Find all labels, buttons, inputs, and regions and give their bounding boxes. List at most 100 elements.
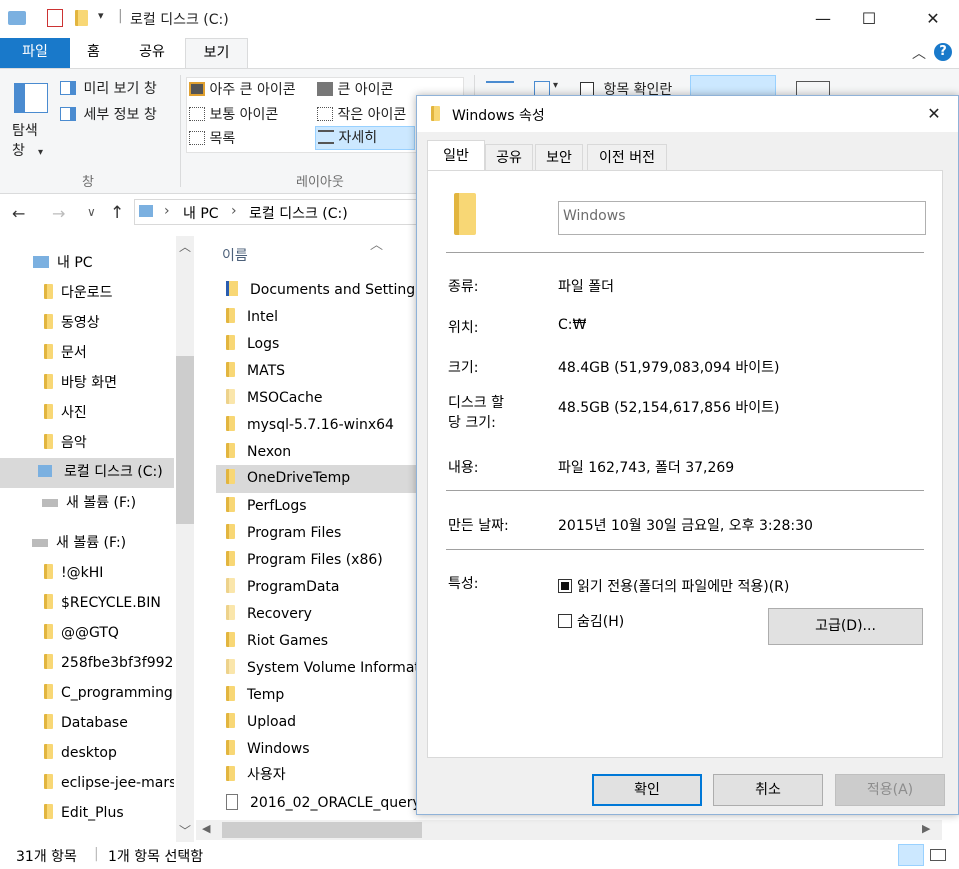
file-name: PerfLogs: [247, 498, 307, 514]
ribbon-separator: [180, 75, 181, 187]
address-bar[interactable]: › 내 PC › 로컬 디스크 (C:): [134, 199, 434, 225]
cancel-button[interactable]: 취소: [713, 774, 823, 806]
layout-small-icons[interactable]: 작은 아이콘: [317, 104, 406, 124]
pictures-icon: [44, 404, 53, 419]
tree-item-folder[interactable]: eclipse-jee-mars: [44, 769, 174, 797]
tree-item-folder[interactable]: Edit_Plus: [44, 799, 124, 827]
list-item[interactable]: ProgramData: [216, 574, 422, 601]
collapse-ribbon-icon[interactable]: ︿: [912, 43, 926, 63]
close-button[interactable]: ✕: [910, 0, 956, 38]
back-button[interactable]: ←: [12, 204, 25, 223]
tree-item-downloads[interactable]: 다운로드: [44, 279, 113, 307]
layout-large-icons[interactable]: 큰 아이콘: [317, 79, 393, 99]
breadcrumb-pc[interactable]: 내 PC: [183, 203, 219, 223]
tree-item-this-pc[interactable]: 내 PC: [33, 249, 93, 277]
forward-button[interactable]: →: [52, 204, 65, 223]
list-item[interactable]: Intel: [216, 304, 422, 331]
scroll-down-icon[interactable]: ﹀: [179, 822, 191, 839]
large-icons-view-icon[interactable]: [930, 849, 946, 861]
tab-previous-versions[interactable]: 이전 버전: [587, 144, 667, 170]
tab-sharing[interactable]: 공유: [485, 144, 533, 170]
list-item[interactable]: Windows: [216, 736, 422, 763]
list-item[interactable]: Nexon: [216, 439, 422, 466]
tree-item-volume-f[interactable]: 새 볼륨 (F:): [42, 489, 136, 517]
navigation-scrollbar[interactable]: ︿ ﹀: [176, 236, 194, 842]
tab-home[interactable]: 홈: [70, 38, 117, 68]
list-item[interactable]: 사용자: [216, 762, 422, 789]
new-folder-quick-icon[interactable]: [75, 10, 88, 26]
advanced-button[interactable]: 고급(D)...: [768, 608, 923, 645]
properties-dialog: Windows 속성 ✕ 일반 공유 보안 이전 버전 Windows 종류: …: [416, 95, 959, 815]
list-item[interactable]: Program Files: [216, 520, 422, 547]
up-button[interactable]: ↑: [110, 203, 124, 223]
dialog-close-button[interactable]: ✕: [917, 102, 951, 126]
details-view-icon[interactable]: [898, 844, 924, 866]
file-name: Riot Games: [247, 633, 329, 649]
details-pane-button[interactable]: 세부 정보 창: [60, 104, 157, 126]
layout-list[interactable]: 목록: [189, 128, 235, 148]
quick-access-dropdown-icon[interactable]: ▾: [98, 9, 104, 22]
scroll-up-icon[interactable]: ︿: [179, 238, 191, 255]
list-item[interactable]: PerfLogs: [216, 493, 422, 520]
scrollbar-thumb[interactable]: [176, 356, 194, 524]
tree-item-videos[interactable]: 동영상: [44, 309, 100, 337]
tab-security[interactable]: 보안: [535, 144, 583, 170]
tree-item-desktop[interactable]: 바탕 화면: [44, 369, 117, 397]
layout-medium-icons[interactable]: 보통 아이콘: [189, 104, 278, 124]
file-name: ProgramData: [247, 579, 340, 595]
folder-name-field[interactable]: Windows: [558, 201, 926, 235]
list-item[interactable]: Recovery: [216, 601, 422, 628]
tab-general[interactable]: 일반: [427, 140, 485, 171]
tab-share[interactable]: 공유: [119, 38, 185, 68]
tree-item-music[interactable]: 음악: [44, 429, 87, 457]
help-icon[interactable]: ?: [934, 43, 952, 61]
hidden-option[interactable]: 숨김(H): [558, 611, 624, 631]
item-checkbox[interactable]: [580, 82, 594, 96]
layout-details[interactable]: 자세히: [315, 126, 415, 150]
list-item[interactable]: 2016_02_ORACLE_query,s: [216, 790, 422, 817]
list-item[interactable]: Temp: [216, 682, 422, 709]
list-item-selected[interactable]: OneDriveTemp: [216, 465, 422, 493]
tree-item-folder[interactable]: @@GTQ: [44, 619, 119, 647]
scroll-right-icon[interactable]: ▶: [922, 822, 930, 835]
tree-item-documents[interactable]: 문서: [44, 339, 87, 367]
recent-locations-button[interactable]: ∨: [87, 205, 96, 219]
list-item[interactable]: mysql-5.7.16-winx64: [216, 412, 422, 439]
ok-button[interactable]: 확인: [592, 774, 702, 806]
tree-item-folder[interactable]: Database: [44, 709, 128, 737]
nav-pane-button[interactable]: 탐색 창 ▾: [8, 79, 56, 174]
list-item[interactable]: Riot Games: [216, 628, 422, 655]
folder-icon: [226, 308, 235, 323]
tree-item-folder[interactable]: !@kHI: [44, 559, 103, 587]
tree-item-volume-f-root[interactable]: 새 볼륨 (F:): [32, 529, 126, 557]
properties-quick-icon[interactable]: [47, 9, 63, 27]
list-item[interactable]: System Volume Informat: [216, 655, 422, 682]
tab-view[interactable]: 보기: [185, 38, 248, 69]
file-name: Upload: [247, 714, 297, 730]
maximize-button[interactable]: ☐: [846, 0, 892, 38]
tree-item-folder[interactable]: $RECYCLE.BIN: [44, 589, 161, 617]
breadcrumb-drive[interactable]: 로컬 디스크 (C:): [249, 203, 348, 223]
list-item[interactable]: Documents and Settings: [216, 277, 422, 304]
readonly-option[interactable]: 읽기 전용(폴더의 파일에만 적용)(R): [558, 576, 789, 596]
scroll-left-icon[interactable]: ◀: [202, 822, 210, 835]
tree-item-folder[interactable]: C_programming: [44, 679, 174, 707]
apply-button[interactable]: 적용(A): [835, 774, 945, 806]
list-item[interactable]: MATS: [216, 358, 422, 385]
minimize-button[interactable]: —: [800, 0, 846, 38]
list-item[interactable]: Program Files (x86): [216, 547, 422, 574]
list-item[interactable]: MSOCache: [216, 385, 422, 412]
list-item[interactable]: Logs: [216, 331, 422, 358]
tab-file[interactable]: 파일: [0, 38, 70, 68]
layout-extra-large-icons[interactable]: 아주 큰 아이콘: [189, 79, 296, 99]
horizontal-scrollbar[interactable]: ◀ ▶: [196, 820, 942, 840]
scrollbar-thumb[interactable]: [222, 822, 422, 838]
readonly-checkbox[interactable]: [558, 579, 572, 593]
list-item[interactable]: Upload: [216, 709, 422, 736]
hidden-checkbox[interactable]: [558, 614, 572, 628]
tree-item-local-disk-c[interactable]: 로컬 디스크 (C:): [0, 458, 174, 488]
tree-item-pictures[interactable]: 사진: [44, 399, 87, 427]
tree-item-folder[interactable]: desktop: [44, 739, 117, 767]
preview-pane-button[interactable]: 미리 보기 창: [60, 78, 157, 100]
tree-item-folder[interactable]: 258fbe3bf3f992a: [44, 649, 174, 677]
